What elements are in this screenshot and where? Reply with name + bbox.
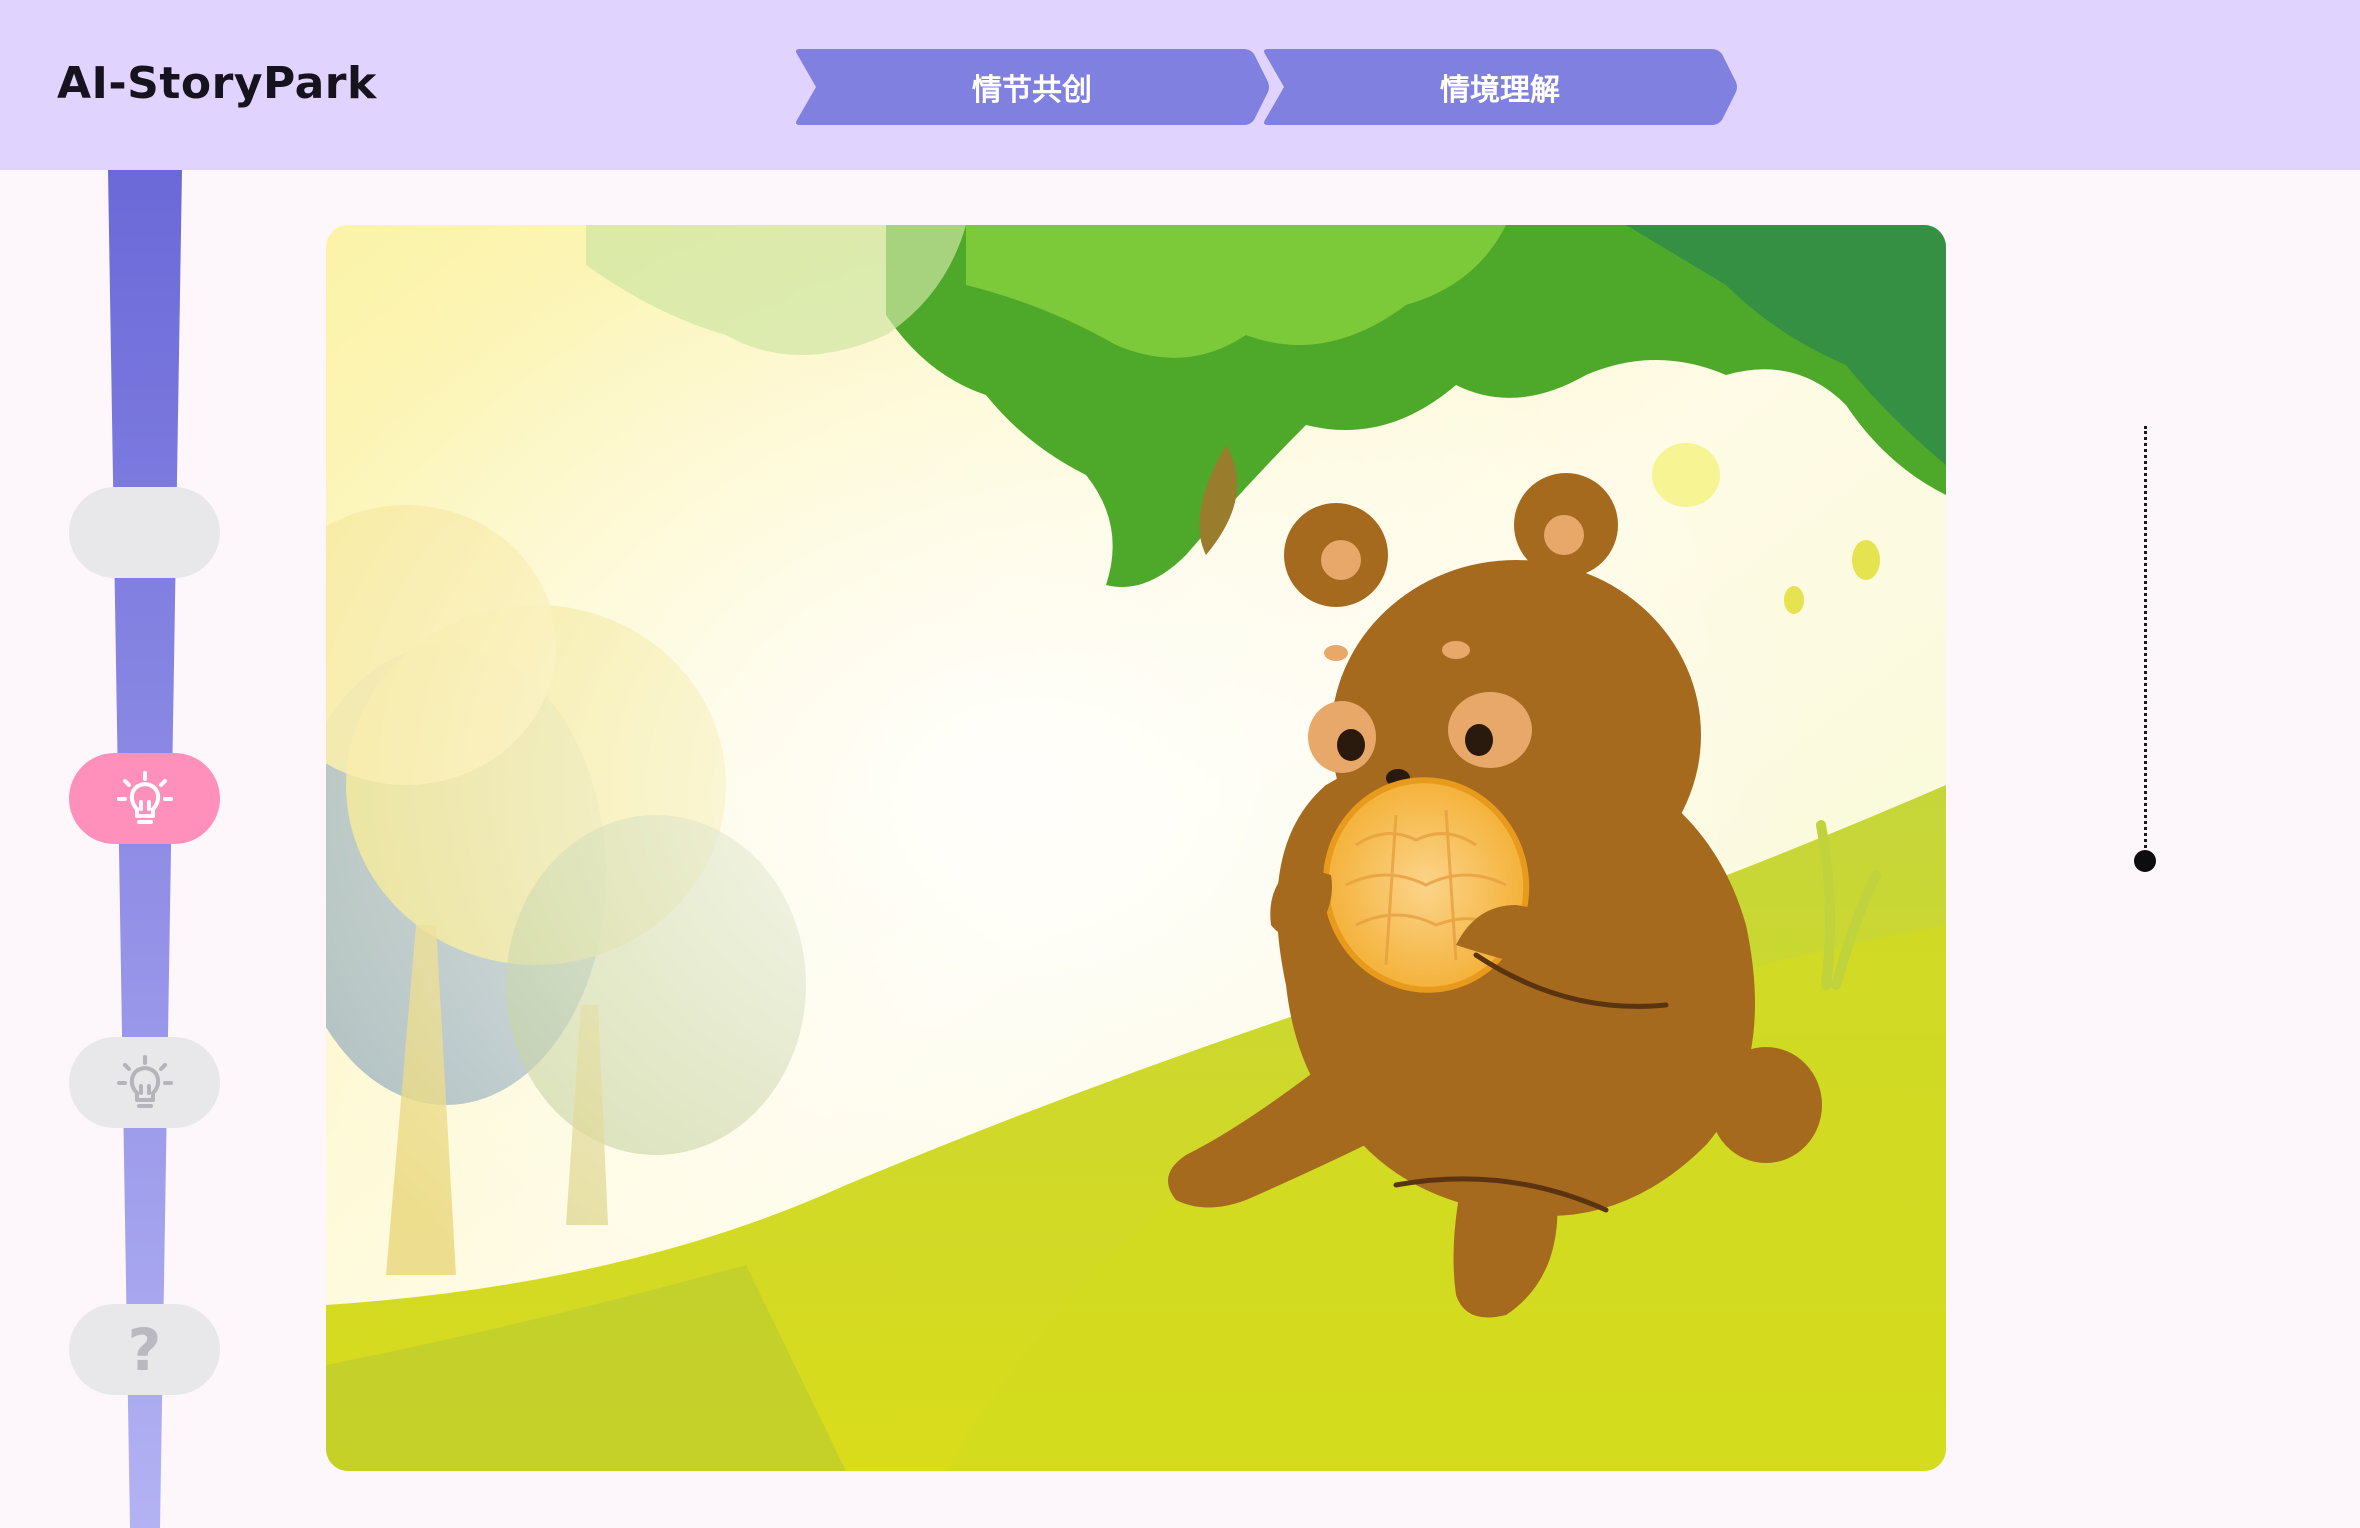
sidebar-button-hint[interactable] bbox=[69, 1037, 220, 1128]
app-title: AI-StoryPark bbox=[57, 58, 377, 109]
bear-illustration bbox=[326, 225, 1946, 1471]
step-label: 情境理解 bbox=[1440, 73, 1560, 108]
lightbulb-icon bbox=[116, 770, 173, 824]
sidebar-button-help[interactable]: ? bbox=[69, 1304, 220, 1395]
step-tab-context-understanding[interactable]: 情境理解 bbox=[1262, 49, 1738, 125]
slider-track bbox=[2144, 426, 2147, 860]
sidebar-button-blank[interactable] bbox=[69, 487, 220, 578]
story-illustration bbox=[326, 225, 1946, 1471]
lightbulb-icon bbox=[116, 1054, 173, 1108]
question-icon: ? bbox=[127, 1315, 162, 1384]
sidebar-button-hint-active[interactable] bbox=[69, 753, 220, 844]
progress-slider[interactable] bbox=[2120, 420, 2170, 880]
top-bar: AI-StoryPark 情节共创 情境理解 bbox=[0, 0, 2360, 170]
step-tab-plot-cocreation[interactable]: 情节共创 bbox=[794, 49, 1270, 125]
sidebar-rail: ? bbox=[0, 170, 290, 1528]
step-label: 情节共创 bbox=[972, 73, 1092, 108]
slider-handle[interactable] bbox=[2134, 850, 2156, 872]
